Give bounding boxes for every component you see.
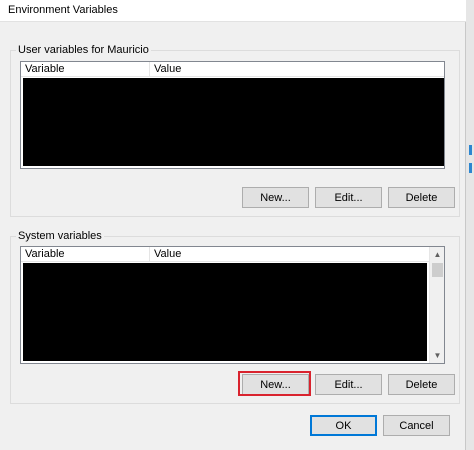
environment-variables-window: Environment Variables User variables for… [0, 0, 466, 450]
column-header-value[interactable]: Value [154, 63, 181, 75]
user-variables-label: User variables for Mauricio [16, 44, 151, 56]
redacted-user-variables [23, 78, 444, 166]
system-variables-group: System variables Variable Value ▲ ▼ New.… [10, 230, 460, 404]
background-accent-mark [469, 163, 472, 173]
system-variables-label: System variables [16, 230, 104, 242]
system-variables-list-header: Variable Value [21, 247, 429, 262]
user-variables-group: User variables for Mauricio Variable Val… [10, 44, 460, 217]
system-edit-button[interactable]: Edit... [315, 374, 382, 395]
system-delete-button[interactable]: Delete [388, 374, 455, 395]
system-variables-list[interactable]: Variable Value ▲ ▼ [20, 246, 445, 364]
system-variables-scrollbar[interactable]: ▲ ▼ [429, 247, 444, 363]
background-window-edge [466, 0, 474, 450]
highlight-box [238, 371, 311, 396]
column-separator[interactable] [149, 247, 150, 262]
scroll-up-arrow-icon[interactable]: ▲ [430, 247, 445, 262]
column-header-variable[interactable]: Variable [25, 248, 65, 260]
ok-button[interactable]: OK [310, 415, 377, 436]
column-header-value[interactable]: Value [154, 248, 181, 260]
title-bar: Environment Variables [0, 0, 466, 22]
cancel-button[interactable]: Cancel [383, 415, 450, 436]
window-title: Environment Variables [8, 4, 118, 16]
user-edit-button[interactable]: Edit... [315, 187, 382, 208]
redacted-system-variables [23, 263, 427, 361]
column-header-variable[interactable]: Variable [25, 63, 65, 75]
scrollbar-thumb[interactable] [432, 263, 443, 277]
user-variables-list-header: Variable Value [21, 62, 444, 77]
background-accent-mark [469, 145, 472, 155]
scroll-down-arrow-icon[interactable]: ▼ [430, 348, 445, 363]
user-new-button[interactable]: New... [242, 187, 309, 208]
user-delete-button[interactable]: Delete [388, 187, 455, 208]
column-separator[interactable] [149, 62, 150, 77]
user-variables-list[interactable]: Variable Value [20, 61, 445, 169]
